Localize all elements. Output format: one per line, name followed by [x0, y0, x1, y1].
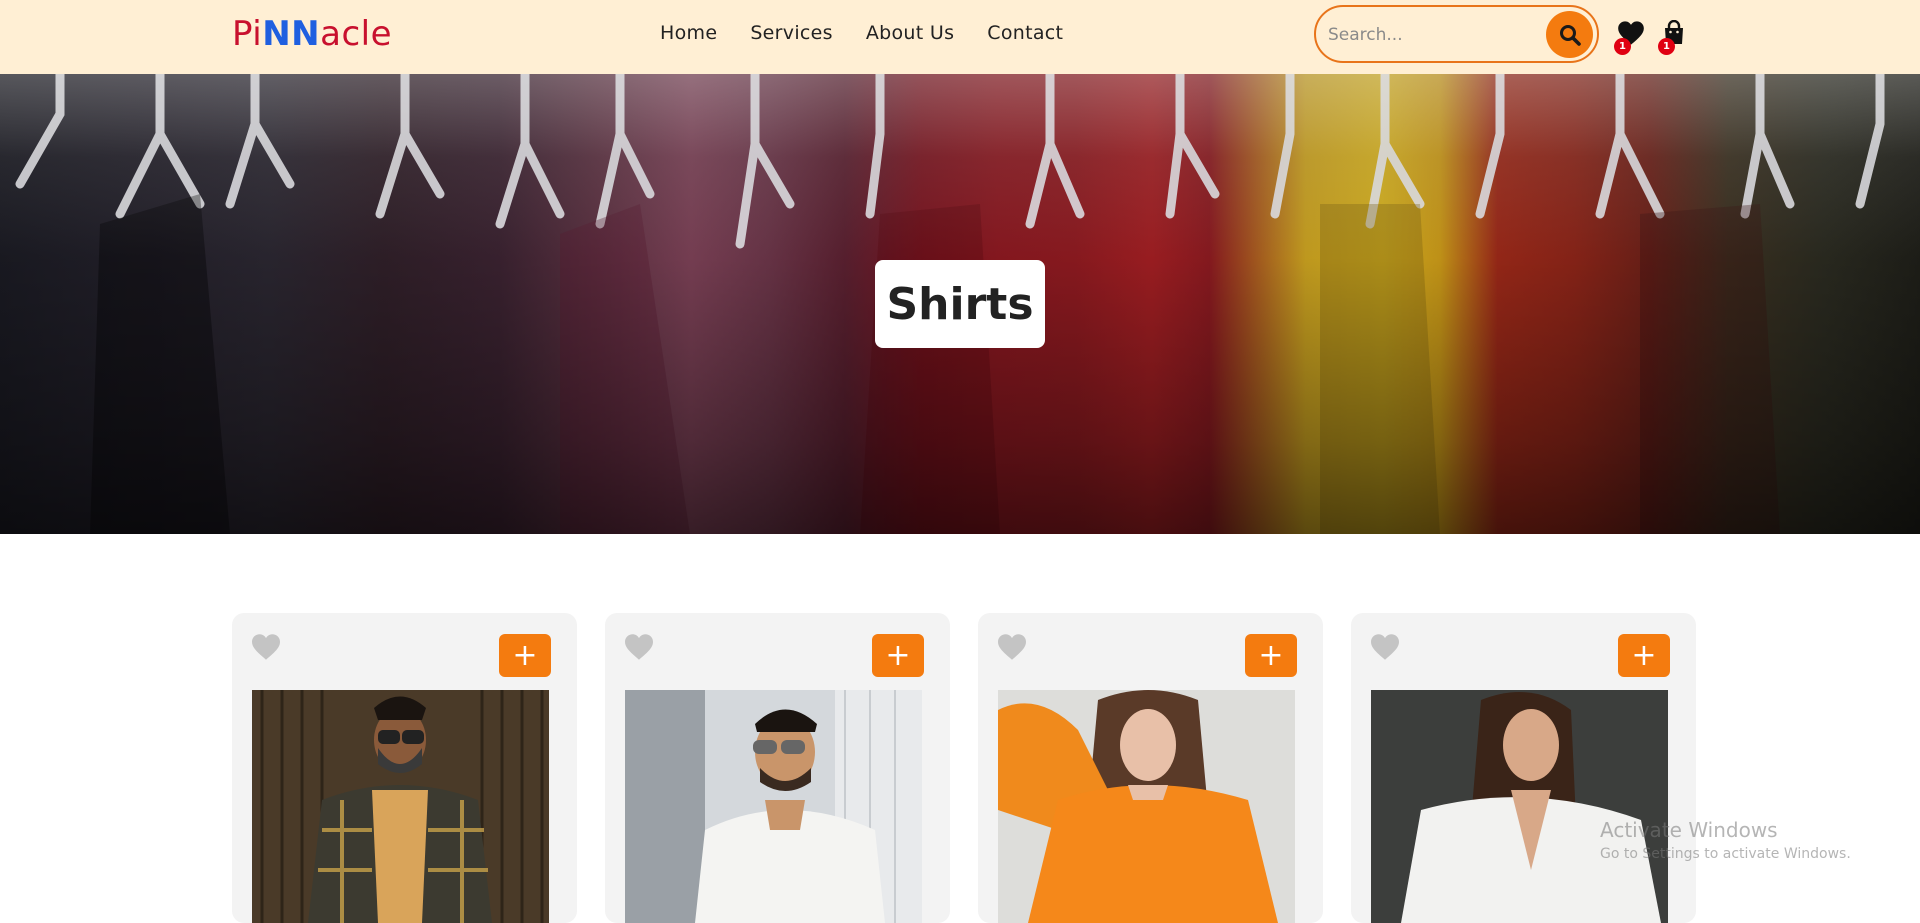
watermark-line-2: Go to Settings to activate Windows.	[1600, 846, 1851, 862]
hero-banner: Shirts	[0, 74, 1920, 534]
nav-contact[interactable]: Contact	[987, 22, 1063, 44]
product-image[interactable]	[625, 690, 922, 923]
product-card[interactable]: +	[605, 613, 950, 923]
search-button[interactable]	[1546, 11, 1593, 58]
logo-part-1: Pi	[232, 14, 263, 54]
search-input[interactable]	[1328, 20, 1528, 50]
add-to-cart-button[interactable]: +	[1245, 634, 1297, 677]
heart-icon[interactable]	[623, 633, 655, 661]
site-logo[interactable]: PiNNacle	[232, 14, 392, 54]
product-card[interactable]: +	[232, 613, 577, 923]
product-image[interactable]	[1371, 690, 1668, 923]
windows-activation-watermark: Activate Windows Go to Settings to activ…	[1600, 818, 1851, 862]
search-icon	[1559, 24, 1581, 46]
product-card[interactable]: +	[978, 613, 1323, 923]
heart-icon[interactable]	[996, 633, 1028, 661]
product-image[interactable]	[998, 690, 1295, 923]
add-to-cart-button[interactable]: +	[499, 634, 551, 677]
product-image[interactable]	[252, 690, 549, 923]
wishlist-button[interactable]: 1	[1614, 20, 1647, 55]
main-nav: Home Services About Us Contact	[660, 22, 1096, 44]
nav-home[interactable]: Home	[660, 22, 717, 44]
add-to-cart-button[interactable]: +	[1618, 634, 1670, 677]
search-box	[1314, 5, 1599, 63]
add-to-cart-button[interactable]: +	[872, 634, 924, 677]
heart-icon[interactable]	[1369, 633, 1401, 661]
nav-services[interactable]: Services	[750, 22, 833, 44]
cart-button[interactable]: 1	[1658, 19, 1692, 55]
watermark-line-1: Activate Windows	[1600, 818, 1778, 842]
heart-icon[interactable]	[250, 633, 282, 661]
wishlist-count-badge: 1	[1614, 38, 1631, 55]
product-card[interactable]: +	[1351, 613, 1696, 923]
navbar: PiNNacle Home Services About Us Contact …	[0, 0, 1920, 74]
cart-count-badge: 1	[1658, 38, 1675, 55]
logo-part-3: acle	[320, 14, 393, 54]
hero-title-box: Shirts	[875, 260, 1045, 348]
logo-part-2: NN	[262, 14, 321, 54]
nav-about-us[interactable]: About Us	[866, 22, 954, 44]
hero-title: Shirts	[886, 278, 1034, 330]
